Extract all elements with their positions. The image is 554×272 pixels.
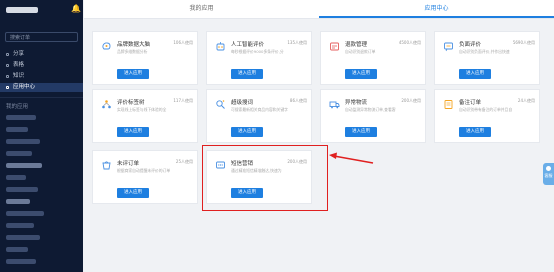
sidebar-item-label: 分享 bbox=[13, 51, 25, 57]
app-usage-count: 25人使用 bbox=[175, 159, 193, 164]
tag-tree-icon bbox=[102, 100, 111, 109]
blurred-item bbox=[6, 187, 38, 192]
tab-my-apps[interactable]: 我的应用 bbox=[84, 0, 319, 18]
sidebar-item-knowledge[interactable]: 知识 bbox=[0, 72, 83, 81]
table-icon bbox=[6, 64, 9, 67]
enter-app-button[interactable]: 进入应用 bbox=[231, 127, 263, 137]
app-usage-count: 86人使用 bbox=[289, 98, 307, 103]
app-card: 未评订单 25人使用 根据商家自动提醒未评价的订单 进入应用 bbox=[92, 150, 198, 204]
chat-icon bbox=[546, 166, 551, 171]
app-usage-count: 200人使用 bbox=[401, 98, 421, 103]
sidebar: 🔔 搜索订单 分享 表格 知识 应用中心 我的应用 bbox=[0, 0, 83, 272]
sidebar-item-label: 知识 bbox=[13, 73, 25, 79]
enter-app-button[interactable]: 进入应用 bbox=[459, 127, 491, 137]
app-title: 异常物流 bbox=[345, 100, 368, 106]
blurred-item bbox=[6, 175, 26, 180]
app-description: 品牌多维数据分析 bbox=[117, 49, 148, 54]
app-card: 退款管理 4500人使用 自动识别退款订单 进入应用 bbox=[320, 31, 426, 85]
blurred-item bbox=[6, 139, 40, 144]
enter-app-button[interactable]: 进入应用 bbox=[117, 127, 149, 137]
app-description: 自动识别负面评价,并作出快速 bbox=[459, 49, 510, 54]
sidebar-item-label: 应用中心 bbox=[13, 84, 36, 90]
enter-app-button[interactable]: 进入应用 bbox=[459, 69, 491, 79]
sidebar-header: 🔔 bbox=[0, 0, 83, 22]
blurred-item bbox=[6, 127, 28, 132]
user-name-blurred bbox=[6, 7, 38, 13]
bell-icon[interactable]: 🔔 bbox=[71, 4, 81, 13]
unreviewed-icon bbox=[102, 161, 111, 170]
negative-review-icon bbox=[444, 42, 453, 52]
app-description: 自动识别退款订单 bbox=[345, 49, 376, 54]
blurred-item bbox=[6, 163, 42, 168]
blurred-item bbox=[6, 199, 30, 204]
customer-service-widget[interactable]: 客服 bbox=[543, 163, 554, 185]
enter-app-button[interactable]: 进入应用 bbox=[345, 127, 377, 137]
app-usage-count: 24人使用 bbox=[517, 98, 535, 103]
blurred-item bbox=[6, 235, 40, 240]
brain-icon bbox=[102, 42, 111, 50]
app-card: 评价标签树 117人使用 实现线上标签与线下体验的全 进入应用 bbox=[92, 89, 198, 143]
app-description: 实现线上标签与线下体验的全 bbox=[117, 107, 167, 112]
app-title: 超级搜词 bbox=[231, 100, 254, 106]
knowledge-icon bbox=[6, 75, 9, 78]
blurred-item bbox=[6, 211, 44, 216]
blurred-item bbox=[6, 151, 32, 156]
app-card: 超级搜词 86人使用 可搜索最新相关商品内容和关键字 进入应用 bbox=[206, 89, 312, 143]
app-card: 异常物流 200人使用 自动监测异常物流订单,查看客 进入应用 bbox=[320, 89, 426, 143]
sidebar-item-table[interactable]: 表格 bbox=[0, 61, 83, 70]
app-title: 未评订单 bbox=[117, 161, 140, 167]
app-card: 人工智能评价 135人使用 每秒根据评价9000多条评价,分 进入应用 bbox=[206, 31, 312, 85]
app-title: 人工智能评价 bbox=[231, 42, 265, 48]
search-words-icon bbox=[216, 100, 225, 109]
share-icon bbox=[6, 53, 9, 56]
app-description: 可搜索最新相关商品内容和关键字 bbox=[231, 107, 288, 112]
enter-app-button[interactable]: 进入应用 bbox=[117, 188, 149, 198]
note-order-icon bbox=[444, 100, 453, 109]
app-card: 负面评价 5690人使用 自动识别负面评价,并作出快速 进入应用 bbox=[434, 31, 540, 85]
sidebar-section-label: 我的应用 bbox=[6, 104, 29, 110]
sidebar-item-share[interactable]: 分享 bbox=[0, 50, 83, 59]
apps-icon bbox=[6, 86, 9, 89]
enter-app-button[interactable]: 进入应用 bbox=[117, 69, 149, 79]
app-usage-count: 117人使用 bbox=[173, 98, 193, 103]
widget-label: 客服 bbox=[544, 173, 553, 178]
sidebar-divider bbox=[0, 97, 83, 98]
ai-icon bbox=[216, 42, 225, 51]
tab-bar: 我的应用 应用中心 bbox=[84, 0, 554, 19]
app-usage-count: 106人使用 bbox=[173, 40, 193, 45]
blurred-item bbox=[6, 115, 36, 120]
search-input[interactable]: 搜索订单 bbox=[5, 32, 78, 42]
blurred-item bbox=[6, 247, 28, 252]
app-description: 自动监测异常物流订单,查看客 bbox=[345, 107, 396, 112]
app-description: 每秒根据评价9000多条评价,分 bbox=[231, 49, 284, 54]
app-title: 品牌数据大脑 bbox=[117, 42, 151, 48]
app-usage-count: 5690人使用 bbox=[512, 40, 535, 45]
app-title: 负面评价 bbox=[459, 42, 482, 48]
sidebar-item-label: 表格 bbox=[13, 62, 25, 68]
enter-app-button[interactable]: 进入应用 bbox=[231, 69, 263, 79]
app-title: 备注订单 bbox=[459, 100, 482, 106]
highlight-box bbox=[202, 145, 328, 211]
app-title: 评价标签树 bbox=[117, 100, 145, 106]
app-card: 品牌数据大脑 106人使用 品牌多维数据分析 进入应用 bbox=[92, 31, 198, 85]
app-description: 自动识别带有备注的订单并且自 bbox=[459, 107, 513, 112]
sidebar-item-app-center[interactable]: 应用中心 bbox=[0, 83, 83, 92]
arrow-icon bbox=[329, 152, 374, 164]
app-usage-count: 135人使用 bbox=[287, 40, 307, 45]
tab-app-center[interactable]: 应用中心 bbox=[319, 0, 554, 18]
app-title: 退款管理 bbox=[345, 42, 368, 48]
app-usage-count: 4500人使用 bbox=[398, 40, 421, 45]
logistics-icon bbox=[329, 101, 340, 109]
blurred-item bbox=[6, 259, 36, 264]
app-card: 备注订单 24人使用 自动识别带有备注的订单并且自 进入应用 bbox=[434, 89, 540, 143]
blurred-item bbox=[6, 223, 34, 228]
enter-app-button[interactable]: 进入应用 bbox=[345, 69, 377, 79]
app-description: 根据商家自动提醒未评价的订单 bbox=[117, 168, 171, 173]
refund-icon bbox=[330, 42, 339, 51]
